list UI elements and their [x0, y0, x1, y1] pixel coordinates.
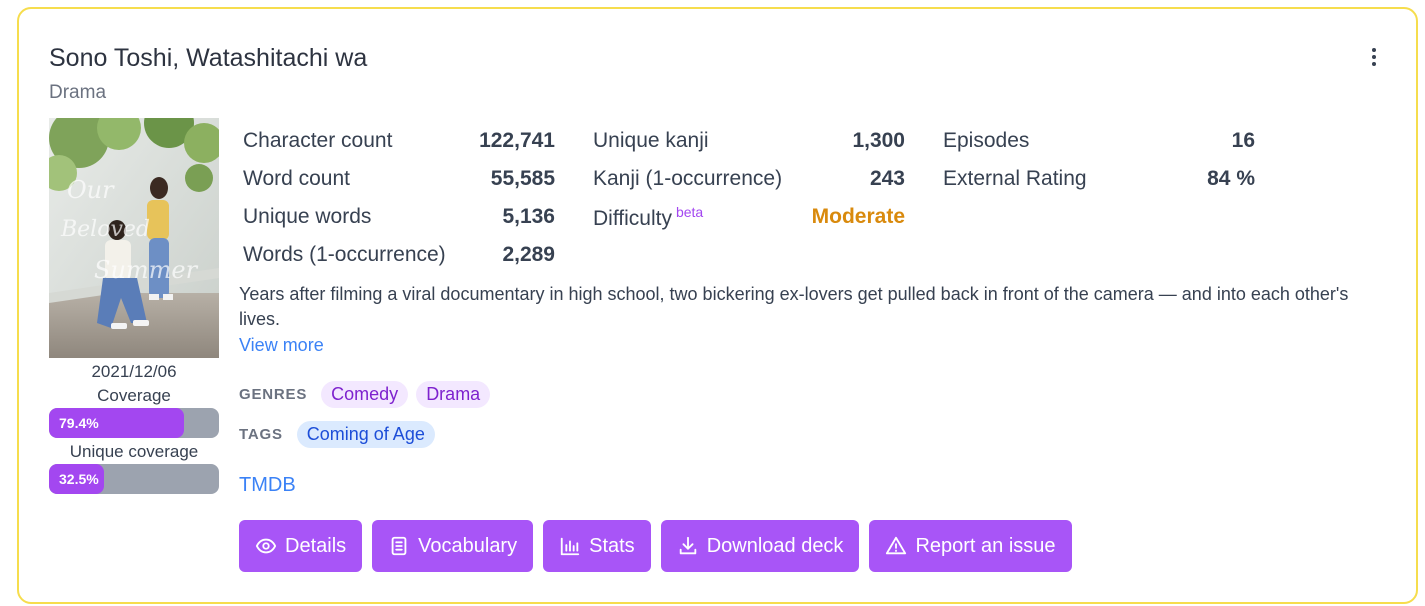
stats-button[interactable]: Stats [543, 520, 651, 572]
stat-kanji-one-occurrence: Kanji (1-occurrence) 243 [593, 167, 905, 190]
tags-row: TAGS Coming of Age [239, 421, 435, 448]
beta-badge: beta [675, 203, 704, 220]
svg-text:Beloved: Beloved [60, 217, 150, 242]
view-more-link[interactable]: View more [239, 335, 324, 356]
unique-coverage-label: Unique coverage [69, 442, 199, 461]
stats-column-3: Episodes 16 External Rating 84 % [943, 122, 1255, 198]
stat-episodes: Episodes 16 [943, 129, 1255, 152]
genres-label: GENRES [239, 386, 308, 403]
stat-word-count: Word count 55,585 [243, 167, 555, 190]
stat-external-rating: External Rating 84 % [943, 167, 1255, 190]
stats-button-label: Stats [589, 534, 635, 557]
download-icon [679, 536, 696, 555]
coverage-panel: 2021/12/06 Coverage 79.4% Unique coverag… [49, 360, 219, 494]
unique-coverage-bar-fill: 32.5% [49, 464, 105, 494]
stat-unique-kanji: Unique kanji 1,300 [593, 129, 905, 152]
report-issue-button-label: Report an issue [915, 534, 1056, 557]
tags-label: TAGS [239, 426, 283, 443]
coverage-bar: 79.4% [49, 408, 219, 438]
download-deck-button-label: Download deck [706, 534, 844, 557]
download-deck-button[interactable]: Download deck [660, 520, 860, 572]
media-description: Years after filming a viral documentary … [239, 284, 1349, 329]
more-options-icon[interactable] [1363, 44, 1385, 70]
genre-chip-drama[interactable]: Drama [416, 381, 491, 408]
stat-character-count: Character count 122,741 [243, 129, 555, 152]
release-date: 2021/12/06 [91, 362, 177, 381]
tag-chip-coming-of-age[interactable]: Coming of Age [296, 421, 435, 448]
poster-image[interactable]: Our Beloved Summer [49, 118, 219, 358]
stat-words-one-occurrence: Words (1-occurrence) 2,289 [243, 243, 555, 266]
media-category: Drama [49, 82, 107, 103]
coverage-label: Coverage [97, 386, 171, 405]
stat-difficulty: Difficulty beta Moderate [593, 203, 905, 230]
report-issue-button[interactable]: Report an issue [869, 520, 1072, 572]
coverage-bar-fill: 79.4% [49, 408, 184, 438]
document-list-icon [391, 536, 407, 556]
genre-chip-comedy[interactable]: Comedy [321, 381, 409, 408]
details-button[interactable]: Details [239, 520, 363, 572]
warning-triangle-icon [886, 536, 907, 555]
details-button-label: Details [285, 534, 347, 557]
bar-chart-icon [560, 537, 580, 556]
svg-text:Our: Our [67, 176, 115, 204]
tmdb-link[interactable]: TMDB [239, 474, 296, 497]
stat-unique-words: Unique words 5,136 [243, 205, 555, 228]
unique-coverage-bar: 32.5% [49, 464, 219, 494]
stats-column-2: Unique kanji 1,300 Kanji (1-occurrence) … [593, 122, 905, 236]
action-buttons: Details Vocabulary Stats Download deck R… [239, 520, 1072, 572]
stats-column-1: Character count 122,741 Word count 55,58… [243, 122, 555, 274]
svg-text:Summer: Summer [94, 256, 199, 284]
eye-icon [255, 538, 277, 554]
genres-row: GENRES Comedy Drama [239, 381, 491, 408]
difficulty-value: Moderate [811, 205, 905, 228]
vocabulary-button-label: Vocabulary [418, 534, 518, 557]
media-title[interactable]: Sono Toshi, Watashitachi wa [49, 44, 367, 73]
vocabulary-button[interactable]: Vocabulary [372, 520, 534, 572]
